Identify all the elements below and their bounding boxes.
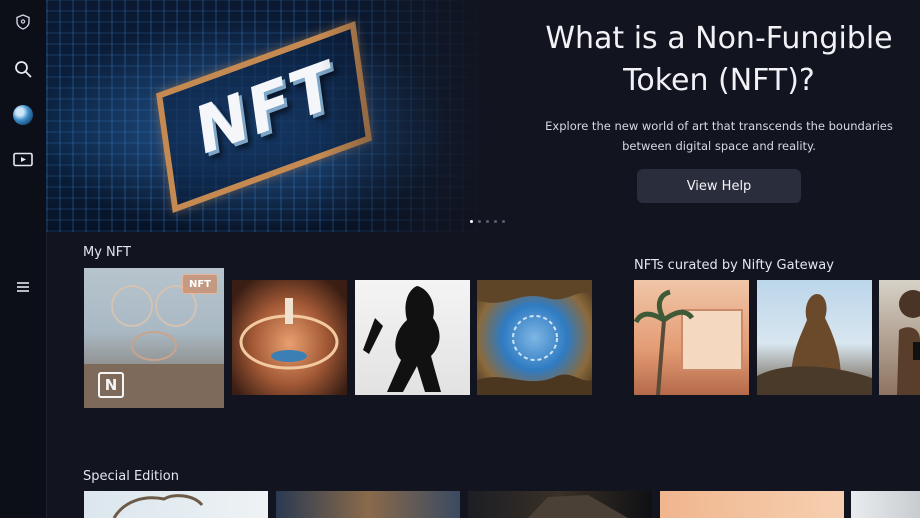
nft-badge: NFT (182, 274, 218, 294)
shield-icon[interactable] (13, 12, 33, 32)
carousel-pager[interactable] (470, 220, 505, 223)
avatar (13, 105, 33, 125)
my-nft-card-3[interactable] (355, 280, 470, 395)
hero-title: What is a Non-Fungible Token (NFT)? (545, 21, 893, 98)
special-card-1[interactable] (84, 491, 268, 518)
my-nft-card-1[interactable]: NFT N (84, 268, 224, 408)
pager-dot[interactable] (502, 220, 505, 223)
curated-card-3[interactable] (879, 280, 920, 395)
special-edition-title: Special Edition (83, 469, 179, 484)
media-icon[interactable] (13, 150, 33, 170)
curated-title: NFTs curated by Nifty Gateway (634, 258, 834, 273)
special-card-3[interactable] (468, 491, 652, 518)
hero-banner[interactable]: NFT What is a Non-Fungible Token (NFT)? … (46, 0, 920, 232)
pager-dot[interactable] (478, 220, 481, 223)
hero-text: What is a Non-Fungible Token (NFT)? Expl… (534, 18, 904, 156)
avatar-icon[interactable] (13, 105, 33, 125)
view-help-button[interactable]: View Help (637, 169, 801, 203)
menu-icon[interactable] (13, 277, 33, 297)
pager-dot[interactable] (470, 220, 473, 223)
special-card-5[interactable] (851, 491, 920, 518)
special-card-2[interactable] (276, 491, 460, 518)
search-icon[interactable] (13, 59, 33, 79)
my-nft-title: My NFT (83, 245, 131, 260)
hero-image: NFT (46, 0, 490, 232)
nifty-logo-icon: N (98, 372, 124, 398)
pager-dot[interactable] (486, 220, 489, 223)
curated-card-1[interactable] (634, 280, 749, 395)
pager-dot[interactable] (494, 220, 497, 223)
my-nft-card-4[interactable] (477, 280, 592, 395)
special-card-4[interactable] (660, 491, 844, 518)
curated-card-2[interactable] (757, 280, 872, 395)
sidebar (0, 0, 47, 518)
my-nft-card-2[interactable] (232, 280, 347, 395)
hero-description: Explore the new world of art that transc… (545, 119, 893, 153)
